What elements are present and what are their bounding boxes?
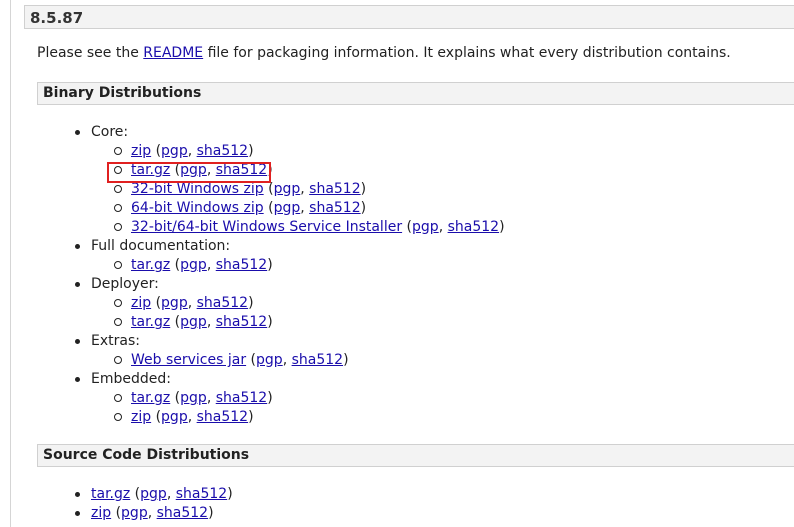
sha512-link[interactable]: sha512 xyxy=(197,409,248,425)
pgp-link[interactable]: pgp xyxy=(180,257,207,273)
download-link[interactable]: Web services jar xyxy=(131,352,246,368)
intro-text: Please see the README file for packaging… xyxy=(37,45,731,61)
pgp-link[interactable]: pgp xyxy=(412,219,439,235)
download-item: zip (pgp, sha512) xyxy=(114,408,254,427)
pgp-link[interactable]: pgp xyxy=(180,314,207,330)
download-link[interactable]: tar.gz xyxy=(91,486,130,502)
download-link[interactable]: tar.gz xyxy=(131,257,170,273)
pgp-link[interactable]: pgp xyxy=(256,352,283,368)
download-link[interactable]: zip xyxy=(131,409,151,425)
circle-bullet-icon xyxy=(114,204,122,212)
download-link[interactable]: 64-bit Windows zip xyxy=(131,200,264,216)
circle-bullet-icon xyxy=(114,394,122,402)
sha512-link[interactable]: sha512 xyxy=(448,219,499,235)
circle-bullet-icon xyxy=(114,261,122,269)
version-header: 8.5.87 xyxy=(24,5,794,29)
download-item: 64-bit Windows zip (pgp, sha512) xyxy=(114,199,366,218)
bullet-icon xyxy=(75,282,80,287)
pgp-link[interactable]: pgp xyxy=(161,409,188,425)
bullet-icon xyxy=(75,511,80,516)
sha512-link[interactable]: sha512 xyxy=(309,181,360,197)
pgp-link[interactable]: pgp xyxy=(140,486,167,502)
sha512-link[interactable]: sha512 xyxy=(157,505,208,521)
download-item: Web services jar (pgp, sha512) xyxy=(114,351,349,370)
binary-distributions-title: Binary Distributions xyxy=(43,85,202,101)
circle-bullet-icon xyxy=(114,147,122,155)
circle-bullet-icon xyxy=(114,356,122,364)
source-code-distributions-title: Source Code Distributions xyxy=(43,447,250,463)
download-link[interactable]: tar.gz xyxy=(131,314,170,330)
pgp-link[interactable]: pgp xyxy=(161,143,188,159)
sha512-link[interactable]: sha512 xyxy=(292,352,343,368)
download-item: tar.gz (pgp, sha512) xyxy=(114,389,273,408)
bullet-icon xyxy=(75,377,80,382)
bullet-icon xyxy=(75,492,80,497)
binary-distributions-header: Binary Distributions xyxy=(37,82,794,105)
deployer-group: Deployer: xyxy=(75,275,159,294)
bullet-icon xyxy=(75,244,80,249)
download-item: zip (pgp, sha512) xyxy=(114,294,254,313)
left-border-rule xyxy=(10,0,11,527)
sha512-link[interactable]: sha512 xyxy=(197,143,248,159)
download-link[interactable]: tar.gz xyxy=(131,390,170,406)
sha512-link[interactable]: sha512 xyxy=(216,314,267,330)
download-link[interactable]: tar.gz xyxy=(131,162,170,178)
download-link[interactable]: 32-bit/64-bit Windows Service Installer xyxy=(131,219,402,235)
circle-bullet-icon xyxy=(114,166,122,174)
download-item: tar.gz (pgp, sha512) xyxy=(75,485,233,504)
pgp-link[interactable]: pgp xyxy=(180,390,207,406)
source-code-distributions-header: Source Code Distributions xyxy=(37,444,794,467)
pgp-link[interactable]: pgp xyxy=(274,200,301,216)
sha512-link[interactable]: sha512 xyxy=(309,200,360,216)
circle-bullet-icon xyxy=(114,299,122,307)
circle-bullet-icon xyxy=(114,185,122,193)
sha512-link[interactable]: sha512 xyxy=(216,390,267,406)
core-group: Core: xyxy=(75,123,128,142)
download-item: 32-bit/64-bit Windows Service Installer … xyxy=(114,218,505,237)
sha512-link[interactable]: sha512 xyxy=(216,257,267,273)
circle-bullet-icon xyxy=(114,413,122,421)
pgp-link[interactable]: pgp xyxy=(180,162,207,178)
circle-bullet-icon xyxy=(114,318,122,326)
bullet-icon xyxy=(75,339,80,344)
extras-group: Extras: xyxy=(75,332,140,351)
download-item: tar.gz (pgp, sha512) xyxy=(114,313,273,332)
readme-link[interactable]: README xyxy=(143,45,203,61)
download-link[interactable]: zip xyxy=(131,143,151,159)
download-item: tar.gz (pgp, sha512) xyxy=(114,256,273,275)
download-item: zip (pgp, sha512) xyxy=(114,142,254,161)
download-item: 32-bit Windows zip (pgp, sha512) xyxy=(114,180,366,199)
download-item: tar.gz (pgp, sha512) xyxy=(114,161,273,180)
embedded-group: Embedded: xyxy=(75,370,171,389)
circle-bullet-icon xyxy=(114,223,122,231)
full-documentation-group: Full documentation: xyxy=(75,237,230,256)
download-item: zip (pgp, sha512) xyxy=(75,504,214,523)
pgp-link[interactable]: pgp xyxy=(161,295,188,311)
sha512-link[interactable]: sha512 xyxy=(197,295,248,311)
pgp-link[interactable]: pgp xyxy=(121,505,148,521)
download-link[interactable]: 32-bit Windows zip xyxy=(131,181,264,197)
version-title: 8.5.87 xyxy=(30,9,84,27)
sha512-link[interactable]: sha512 xyxy=(176,486,227,502)
download-link[interactable]: zip xyxy=(91,505,111,521)
download-link[interactable]: zip xyxy=(131,295,151,311)
sha512-link[interactable]: sha512 xyxy=(216,162,267,178)
pgp-link[interactable]: pgp xyxy=(274,181,301,197)
bullet-icon xyxy=(75,130,80,135)
